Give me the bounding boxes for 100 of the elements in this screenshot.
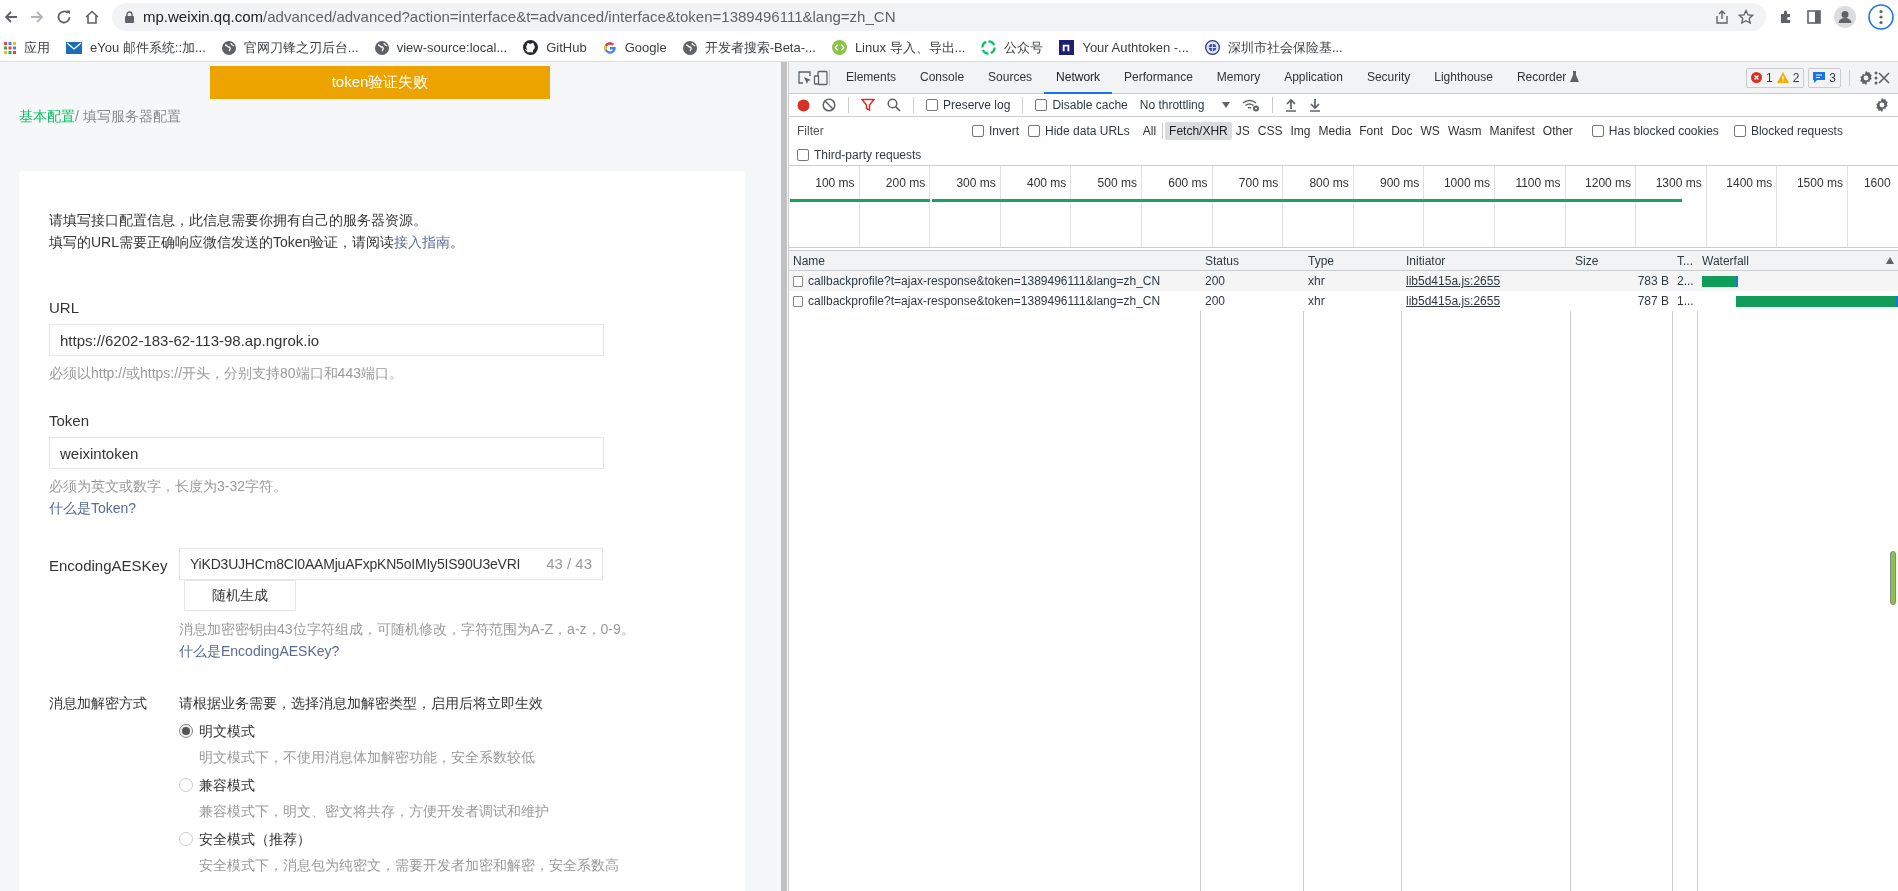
more-icon[interactable] xyxy=(1874,70,1878,85)
panel-tab[interactable]: Performance xyxy=(1112,61,1205,94)
checkbox[interactable]: Invert xyxy=(972,121,1019,140)
letter-icon xyxy=(1059,40,1075,55)
column-header[interactable]: Status xyxy=(1205,251,1240,270)
type-filter[interactable]: Manifest xyxy=(1485,121,1539,140)
bookmark[interactable]: eYou 邮件系统::加... xyxy=(66,37,206,58)
panel-tab[interactable]: Lighthouse xyxy=(1422,61,1505,94)
issues-badge[interactable]: 1 2 xyxy=(1745,67,1805,88)
panel-tab[interactable]: Sources xyxy=(976,61,1045,94)
type-filter[interactable]: Wasm xyxy=(1443,121,1486,140)
address-bar[interactable]: mp.weixin.qq.com/advanced/advanced?action=interface&t=advanced/interface&token=1389496111&lang=zh_CN xyxy=(112,3,1766,31)
panel-tab[interactable]: Network xyxy=(1044,61,1113,94)
network-conditions-icon[interactable] xyxy=(1242,98,1261,112)
initiator-link[interactable]: lib5d415a.js:2655 xyxy=(1406,272,1501,290)
inspect-icon[interactable] xyxy=(797,69,813,86)
column-header[interactable]: T... xyxy=(1677,251,1693,270)
star-icon[interactable] xyxy=(1738,9,1754,25)
table-cell[interactable]: callbackprofile?t=ajax-response&token=1389496111&lang=zh_CN xyxy=(808,272,1161,290)
help-link[interactable]: 什么是Token? xyxy=(49,498,137,518)
bookmark[interactable]: Google xyxy=(602,37,667,58)
checkbox[interactable]: Disable cache xyxy=(1035,96,1128,114)
bookmark[interactable]: 官网刀锋之刃后台... xyxy=(221,37,359,58)
throttling-dropdown[interactable]: No throttling xyxy=(1139,96,1231,114)
radio-option[interactable]: 兼容模式 xyxy=(179,775,619,795)
panel-tab[interactable]: Security xyxy=(1354,61,1423,94)
panel-tab[interactable]: Application xyxy=(1272,61,1355,94)
type-filter[interactable]: Media xyxy=(1314,121,1356,140)
table-cell[interactable]: callbackprofile?t=ajax-response&token=1389496111&lang=zh_CN xyxy=(808,292,1161,310)
side-panel-icon[interactable] xyxy=(1806,9,1822,25)
home-icon[interactable] xyxy=(84,9,100,25)
bookmark[interactable]: GitHub xyxy=(523,37,587,58)
intro-text: 请填写接口配置信息，此信息需要你拥有自己的服务器资源。 xyxy=(49,211,428,230)
record-icon[interactable] xyxy=(797,98,810,112)
scrollbar-thumb[interactable] xyxy=(1890,551,1896,605)
clear-icon[interactable] xyxy=(822,98,836,112)
time-tick: 1300 ms xyxy=(1655,175,1702,189)
type-filter[interactable]: Img xyxy=(1286,121,1315,140)
bookmark[interactable]: view-source:local... xyxy=(374,37,508,58)
type-filter[interactable]: All xyxy=(1138,121,1161,140)
bookmark[interactable]: 深圳市社会保险基... xyxy=(1204,37,1343,58)
settings-icon[interactable] xyxy=(1858,69,1874,86)
time-tick: 1500 ms xyxy=(1796,175,1843,189)
column-header[interactable]: Initiator xyxy=(1406,251,1446,270)
bookmark[interactable]: Your Authtoken -... xyxy=(1059,37,1189,58)
type-filter[interactable]: Doc xyxy=(1387,121,1417,140)
column-header[interactable]: Size xyxy=(1575,251,1599,270)
checkbox[interactable]: Hide data URLs xyxy=(1028,121,1130,140)
sort-icon[interactable] xyxy=(1886,257,1894,264)
panel-tab[interactable]: Memory xyxy=(1204,61,1273,94)
type-filter[interactable]: JS xyxy=(1231,121,1254,140)
scrollbar-thumb[interactable] xyxy=(781,62,787,891)
type-filter[interactable]: Fetch/XHR xyxy=(1165,121,1232,140)
radio-option[interactable]: 安全模式（推荐） xyxy=(179,829,619,849)
filter-icon[interactable] xyxy=(861,98,875,112)
key-field[interactable]: YiKD3UJHCm8CI0AAMjuAFxpKN5oIMIy5IS90U3eVRI 43 / 43 xyxy=(179,548,603,580)
menu-icon[interactable] xyxy=(1868,4,1894,30)
search-icon[interactable] xyxy=(887,98,901,112)
back-icon[interactable] xyxy=(4,10,18,24)
type-filter[interactable]: WS xyxy=(1416,121,1444,140)
panel-tab[interactable]: Elements xyxy=(834,61,909,94)
column-header[interactable]: Name xyxy=(793,251,825,270)
guide-link[interactable]: 接入指南 xyxy=(394,234,451,250)
device-icon[interactable] xyxy=(813,69,829,86)
table-cell-text: xhr xyxy=(1308,273,1325,290)
bookmark[interactable]: 开发者搜索-Beta-... xyxy=(682,37,816,58)
bookmark[interactable]: 公众号 xyxy=(981,37,1044,58)
type-filter[interactable]: Other xyxy=(1538,121,1577,140)
bookmark[interactable]: 应用 xyxy=(4,37,50,58)
settings-icon[interactable] xyxy=(1874,97,1890,113)
text-field[interactable]: https://6202-183-62-113-98.ap.ngrok.io xyxy=(49,324,604,356)
close-icon[interactable] xyxy=(1878,71,1890,84)
type-filter[interactable]: Font xyxy=(1355,121,1388,140)
checkbox[interactable]: Preserve log xyxy=(926,96,1011,114)
radio-button[interactable] xyxy=(179,724,193,738)
download-icon[interactable] xyxy=(1309,98,1322,112)
initiator-link[interactable]: lib5d415a.js:2655 xyxy=(1406,292,1501,310)
checkbox[interactable]: Has blocked cookies xyxy=(1591,121,1719,140)
bookmark[interactable]: Linux 导入、导出... xyxy=(831,37,966,58)
panel-tab[interactable]: Console xyxy=(908,61,977,94)
share-icon[interactable] xyxy=(1714,9,1730,25)
type-filter[interactable]: CSS xyxy=(1253,121,1287,140)
help-link[interactable]: 什么是EncodingAESKey? xyxy=(179,641,340,661)
checkbox[interactable]: Third-party requests xyxy=(797,145,922,164)
text-field[interactable]: weixintoken xyxy=(49,437,604,469)
generate-button[interactable]: 随机生成 xyxy=(184,580,296,611)
column-header[interactable]: Waterfall xyxy=(1702,251,1749,270)
checkbox[interactable]: Blocked requests xyxy=(1733,121,1843,140)
time-tick: 300 ms xyxy=(956,175,996,189)
radio-button[interactable] xyxy=(179,778,193,792)
profile-icon[interactable] xyxy=(1834,6,1856,28)
radio-option[interactable]: 明文模式 xyxy=(179,721,619,741)
panel-tab[interactable]: Recorder xyxy=(1504,61,1592,94)
time-tick: 600 ms xyxy=(1168,175,1208,189)
upload-icon[interactable] xyxy=(1285,98,1298,112)
reload-icon[interactable] xyxy=(56,9,72,25)
messages-badge[interactable]: 3 xyxy=(1808,67,1841,88)
column-header[interactable]: Type xyxy=(1308,251,1334,270)
option-description: 明文模式下，不使用消息体加解密功能，安全系数较低 xyxy=(199,748,536,767)
radio-button[interactable] xyxy=(179,832,193,846)
